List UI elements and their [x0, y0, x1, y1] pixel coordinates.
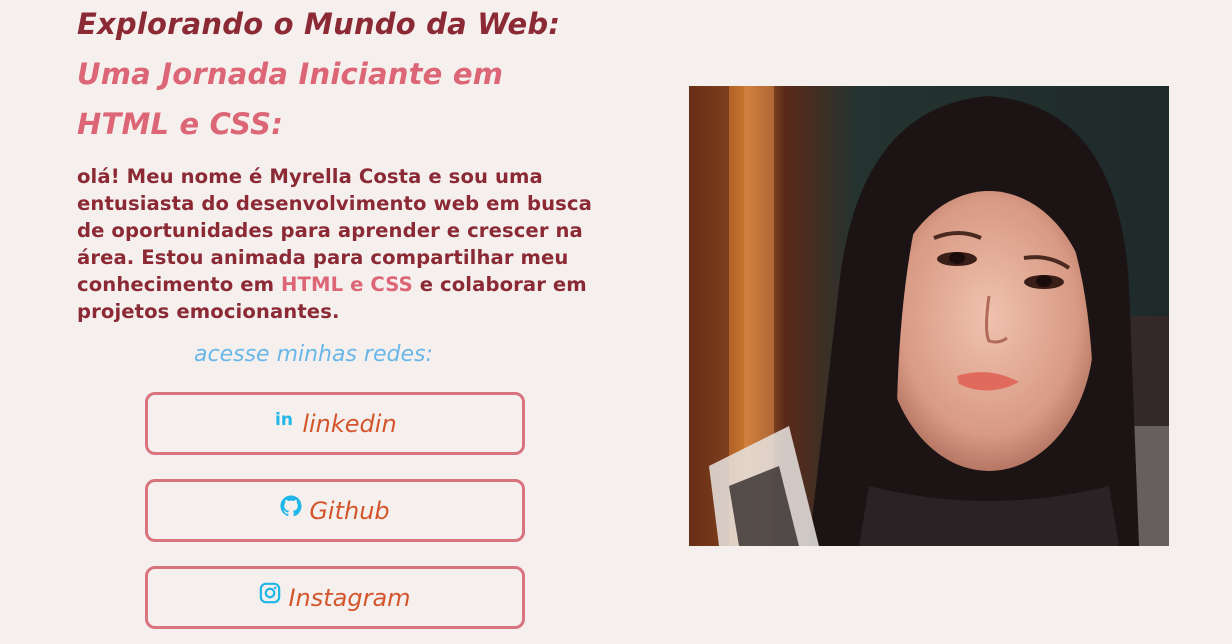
page-title: Explorando o Mundo da Web:	[77, 7, 561, 41]
github-label: Github	[309, 496, 390, 525]
page-subtitle-line2: HTML e CSS:	[77, 107, 284, 141]
intro-paragraph: olá! Meu nome é Myrella Costa e sou uma …	[77, 163, 602, 325]
page: Explorando o Mundo da Web: Uma Jornada I…	[0, 0, 1232, 644]
profile-photo-illustration	[689, 86, 1169, 546]
profile-photo	[689, 86, 1169, 546]
socials-heading: acesse minhas redes:	[194, 342, 433, 367]
page-subtitle-line1: Uma Jornada Iniciante em	[77, 57, 504, 91]
linkedin-icon: in	[273, 408, 295, 430]
github-icon	[280, 494, 302, 517]
linkedin-button[interactable]: in linkedin	[145, 392, 525, 455]
instagram-button[interactable]: Instagram	[145, 566, 525, 629]
github-button[interactable]: Github	[145, 479, 525, 542]
instagram-label: Instagram	[288, 583, 411, 612]
svg-text:in: in	[275, 410, 293, 429]
hero-section: Explorando o Mundo da Web: Uma Jornada I…	[77, 0, 607, 629]
instagram-icon	[259, 582, 281, 604]
linkedin-label: linkedin	[302, 409, 397, 438]
intro-highlight: HTML e CSS	[281, 273, 413, 296]
